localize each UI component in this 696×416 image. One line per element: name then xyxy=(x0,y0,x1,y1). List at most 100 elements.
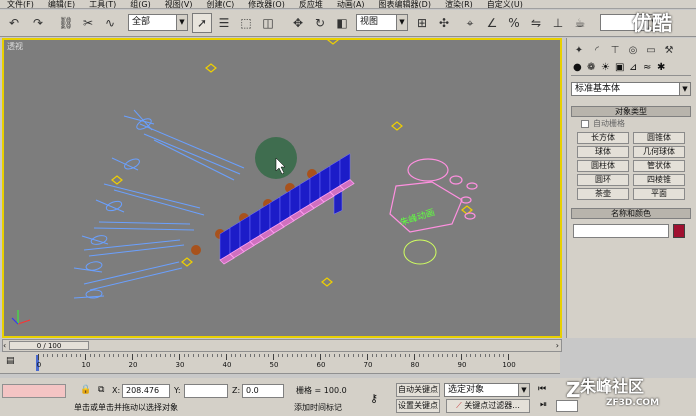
add-time-tag[interactable]: 添加时间标记 xyxy=(294,402,342,414)
cameras-icon[interactable]: ▣ xyxy=(615,62,624,73)
menu-item[interactable]: 组(G) xyxy=(123,0,157,8)
lights-icon[interactable]: ☀ xyxy=(601,62,610,73)
minor-tick xyxy=(42,354,44,357)
modify-tab-icon[interactable]: ◜ xyxy=(589,42,605,58)
systems-icon[interactable]: ✱ xyxy=(657,62,665,73)
minor-tick xyxy=(418,354,420,357)
object-type-rollout-title[interactable]: 对象类型 xyxy=(571,106,691,117)
primitive-button[interactable]: 茶壶 xyxy=(577,188,629,200)
percent-snap-icon[interactable]: % xyxy=(504,13,524,33)
select-and-move-icon[interactable]: ✥ xyxy=(288,13,308,33)
select-and-manipulate-icon[interactable]: ✣ xyxy=(434,13,454,33)
rectangle-selection-icon[interactable]: ⬚ xyxy=(236,13,256,33)
mini-curve-editor-icon[interactable]: ▤ xyxy=(6,356,20,366)
primitive-button[interactable]: 管状体 xyxy=(633,160,685,172)
window-crossing-icon[interactable]: ◫ xyxy=(258,13,278,33)
primitive-button[interactable]: 圆柱体 xyxy=(577,160,629,172)
bind-spacewarp-icon[interactable]: ∿ xyxy=(100,13,120,33)
lock-selection-icon[interactable]: 🔒 xyxy=(80,385,91,395)
key-filters-button[interactable]: ⟋ 关键点过滤器... xyxy=(446,399,530,413)
primitive-button[interactable]: 圆环 xyxy=(577,174,629,186)
shapes-icon[interactable]: ❁ xyxy=(587,62,595,73)
minor-tick xyxy=(315,354,317,357)
undo-icon[interactable]: ↶ xyxy=(4,13,24,33)
time-slider[interactable]: 0 / 100 ‹ › xyxy=(2,339,562,352)
watermark-url: ZF3D.COM xyxy=(606,398,660,408)
key-icon[interactable]: ⚷ xyxy=(370,392,378,405)
minor-tick xyxy=(479,354,481,357)
spacewarps-icon[interactable]: ≈ xyxy=(643,62,651,73)
tick-mark xyxy=(320,354,321,360)
menu-item[interactable]: 编辑(E) xyxy=(41,0,82,8)
primitive-button[interactable]: 四棱锥 xyxy=(633,174,685,186)
set-key-button[interactable]: 设置关键点 xyxy=(396,399,440,413)
select-and-link-icon[interactable]: ⛓ xyxy=(56,13,76,33)
display-tab-icon[interactable]: ▭ xyxy=(643,42,659,58)
menu-item[interactable]: 文件(F) xyxy=(0,0,41,8)
primitive-button[interactable]: 几何球体 xyxy=(633,146,685,158)
menu-item[interactable]: 图表编辑器(D) xyxy=(372,0,438,8)
select-and-rotate-icon[interactable]: ↻ xyxy=(310,13,330,33)
hierarchy-tab-icon[interactable]: ⊤ xyxy=(607,42,623,58)
primitive-button[interactable]: 圆锥体 xyxy=(633,132,685,144)
angle-snap-icon[interactable]: ∠ xyxy=(482,13,502,33)
menu-item[interactable]: 反应堆 xyxy=(292,0,330,8)
next-frame-icon[interactable]: › xyxy=(556,341,559,350)
object-color-swatch[interactable] xyxy=(673,224,685,238)
geometry-icon[interactable]: ● xyxy=(573,62,582,73)
viewport-label[interactable]: 透视 xyxy=(7,41,23,52)
y-coordinate-field[interactable] xyxy=(184,384,228,398)
align-icon[interactable]: ⊥ xyxy=(548,13,568,33)
perspective-viewport[interactable]: 透视 朱峰动画 xyxy=(2,38,562,338)
minor-tick xyxy=(202,354,204,357)
menu-item[interactable]: 视图(V) xyxy=(158,0,200,8)
selected-object-dropdown[interactable]: 选定对象 ▼ xyxy=(444,383,530,397)
z-label: Z: xyxy=(232,386,241,395)
name-color-rollout-title[interactable]: 名称和颜色 xyxy=(571,208,691,219)
absolute-mode-icon[interactable]: ⧉ xyxy=(98,385,104,395)
minor-tick xyxy=(70,354,72,357)
select-and-scale-icon[interactable]: ◧ xyxy=(332,13,352,33)
minor-tick xyxy=(484,354,486,357)
go-to-start-icon[interactable]: ⏮ xyxy=(538,384,546,394)
menu-item[interactable]: 渲染(R) xyxy=(438,0,480,8)
track-bar[interactable]: ▤ 0 10 20 30 40 50 60 70 80 90 100 xyxy=(0,352,560,374)
maxscript-listener[interactable] xyxy=(2,384,66,398)
unlink-icon[interactable]: ✂ xyxy=(78,13,98,33)
select-by-name-icon[interactable]: ☰ xyxy=(214,13,234,33)
time-slider-thumb[interactable]: 0 / 100 xyxy=(9,341,89,350)
minor-tick xyxy=(395,354,397,357)
redo-icon[interactable]: ↷ xyxy=(28,13,48,33)
primitive-button[interactable]: 平面 xyxy=(633,188,685,200)
select-object-icon[interactable]: ➚ xyxy=(192,13,212,33)
autogrid-checkbox[interactable] xyxy=(581,120,589,128)
auto-key-button[interactable]: 自动关键点 xyxy=(396,383,440,397)
pivot-center-icon[interactable]: ⊞ xyxy=(412,13,432,33)
minor-tick xyxy=(493,354,495,357)
utilities-tab-icon[interactable]: ⚒ xyxy=(661,42,677,58)
reference-coordinate-dropdown[interactable]: 视图 ▼ xyxy=(356,14,408,31)
x-coordinate-field[interactable]: 208.476 xyxy=(122,384,170,398)
render-scene-icon[interactable]: ☕ xyxy=(570,13,590,33)
menu-item[interactable]: 创建(C) xyxy=(199,0,241,8)
motion-tab-icon[interactable]: ◎ xyxy=(625,42,641,58)
mirror-icon[interactable]: ⇋ xyxy=(526,13,546,33)
create-tab-icon[interactable]: ✦ xyxy=(571,42,587,58)
selection-filter-dropdown[interactable]: 全部 ▼ xyxy=(128,14,188,31)
primitive-button[interactable]: 长方体 xyxy=(577,132,629,144)
menu-item[interactable]: 修改器(O) xyxy=(241,0,292,8)
menu-item[interactable]: 动画(A) xyxy=(330,0,372,8)
minor-tick xyxy=(475,354,477,357)
object-name-field[interactable] xyxy=(573,224,669,238)
menu-item[interactable]: 自定义(U) xyxy=(480,0,530,8)
snaps-toggle-icon[interactable]: ⌖ xyxy=(460,13,480,33)
prev-frame-icon[interactable]: ‹ xyxy=(3,341,6,350)
category-dropdown[interactable]: 标准基本体 ▼ xyxy=(571,82,691,96)
key-mode-icon[interactable]: ⏯ xyxy=(540,400,547,410)
menu-bar: 文件(F) 编辑(E) 工具(T) 组(G) 视图(V) 创建(C) 修改器(O) 反应堆 动画… xyxy=(0,0,696,9)
menu-item[interactable]: 工具(T) xyxy=(82,0,123,8)
z-coordinate-field[interactable]: 0.0 xyxy=(242,384,284,398)
minor-tick xyxy=(117,354,119,357)
primitive-button[interactable]: 球体 xyxy=(577,146,629,158)
helpers-icon[interactable]: ⊿ xyxy=(629,62,637,73)
